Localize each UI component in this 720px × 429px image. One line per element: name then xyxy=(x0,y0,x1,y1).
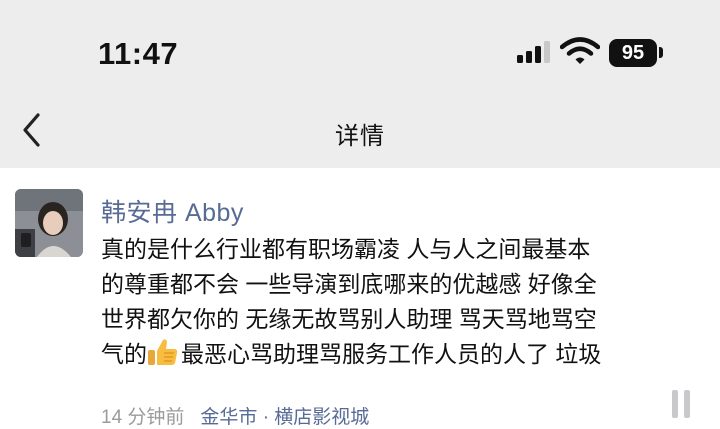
battery-tip xyxy=(659,47,663,58)
post-text: 真的是什么行业都有职场霸凌 人与人之间最基本 的尊重都不会 一些导演到底哪来的优… xyxy=(101,232,713,372)
thumbs-up-icon xyxy=(148,339,178,365)
post-line: 世界都欠你的 无缘无故骂别人助理 骂天骂地骂空 xyxy=(101,306,597,332)
post-line: 的尊重都不会 一些导演到底哪来的优越感 好像全 xyxy=(101,271,597,297)
page-title: 详情 xyxy=(335,123,385,150)
status-time: 11:47 xyxy=(98,36,179,71)
more-options-icon[interactable] xyxy=(667,390,697,418)
status-bar: 11:47 95 xyxy=(0,0,720,96)
author-name[interactable]: 韩安冉 Abby xyxy=(101,193,244,229)
avatar[interactable] xyxy=(15,189,83,257)
post-line: 气的 最恶心骂助理骂服务工作人员的人了 垃圾 xyxy=(101,337,713,372)
post-location[interactable]: 金华市 · 横店影视城 xyxy=(200,407,369,428)
header-area: 11:47 95 详情 xyxy=(0,0,720,168)
post-meta: 14 分钟前 金华市 · 横店影视城 xyxy=(101,402,369,429)
battery-icon: 95 xyxy=(609,39,657,67)
post-line-segment: 最恶心骂助理骂服务工作人员的人了 垃圾 xyxy=(181,341,602,367)
cellular-signal-icon xyxy=(517,41,551,63)
post-line: 真的是什么行业都有职场霸凌 人与人之间最基本 xyxy=(101,236,591,262)
post-line-segment: 气的 xyxy=(101,341,147,367)
wifi-icon xyxy=(560,37,600,64)
nav-bar: 详情 xyxy=(0,96,720,168)
post-time: 14 分钟前 xyxy=(101,407,185,428)
moment-post: 韩安冉 Abby 真的是什么行业都有职场霸凌 人与人之间最基本 的尊重都不会 一… xyxy=(0,168,720,428)
